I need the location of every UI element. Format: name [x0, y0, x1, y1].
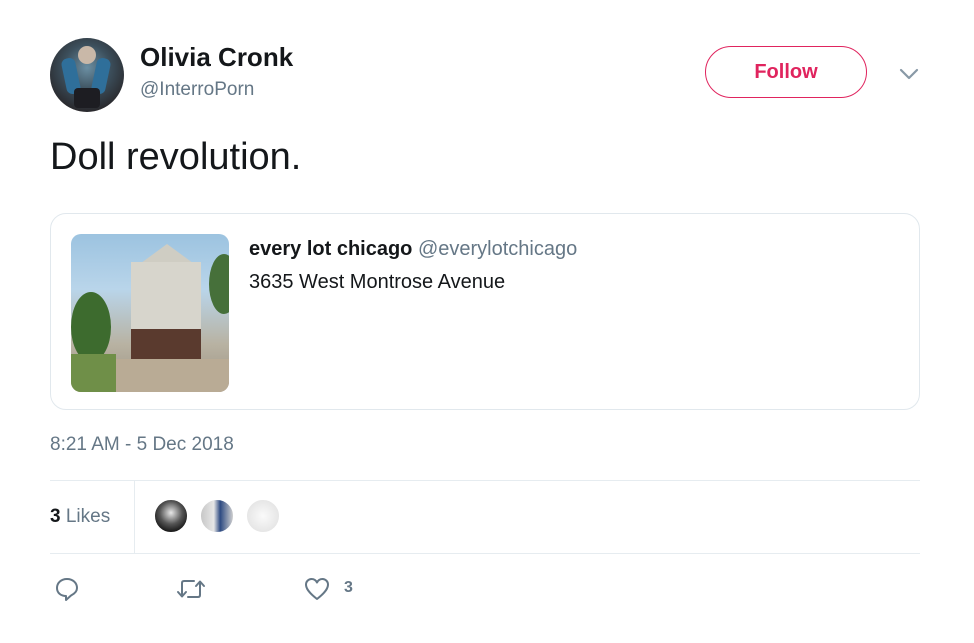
- divider: [50, 480, 920, 481]
- reply-icon[interactable]: [54, 576, 80, 602]
- liker-avatar[interactable]: [199, 498, 235, 534]
- author-handle[interactable]: @InterroPorn: [140, 79, 254, 101]
- quoted-author: every lot chicago @everylotchicago: [249, 238, 577, 261]
- author-avatar[interactable]: [50, 38, 124, 112]
- liker-avatar[interactable]: [153, 498, 189, 534]
- retweet-icon[interactable]: [176, 576, 206, 602]
- quoted-tweet-card[interactable]: every lot chicago @everylotchicago 3635 …: [50, 213, 920, 410]
- chevron-down-icon[interactable]: [897, 64, 921, 84]
- follow-button[interactable]: Follow: [705, 46, 867, 98]
- author-name[interactable]: Olivia Cronk: [140, 42, 293, 73]
- avatar-shape: [74, 88, 100, 108]
- quoted-tweet-image[interactable]: [71, 234, 229, 392]
- quoted-author-name: every lot chicago: [249, 238, 413, 260]
- tweet-text: Doll revolution.: [50, 136, 302, 178]
- divider: [134, 481, 135, 553]
- divider: [50, 553, 920, 554]
- like-action-count: 3: [344, 579, 353, 596]
- image-grass: [71, 354, 116, 392]
- likes-count: 3: [50, 506, 61, 527]
- tweet-timestamp[interactable]: 8:21 AM - 5 Dec 2018: [50, 434, 234, 456]
- likes-stat[interactable]: 3 Likes: [50, 506, 110, 528]
- avatar-shape: [78, 46, 96, 64]
- heart-icon[interactable]: [303, 576, 331, 602]
- quoted-author-handle: @everylotchicago: [417, 238, 578, 260]
- image-tree: [71, 292, 111, 362]
- image-tree: [209, 254, 229, 314]
- liker-avatar[interactable]: [245, 498, 281, 534]
- quoted-tweet-text: 3635 West Montrose Avenue: [249, 271, 506, 293]
- likes-label: Likes: [65, 506, 111, 527]
